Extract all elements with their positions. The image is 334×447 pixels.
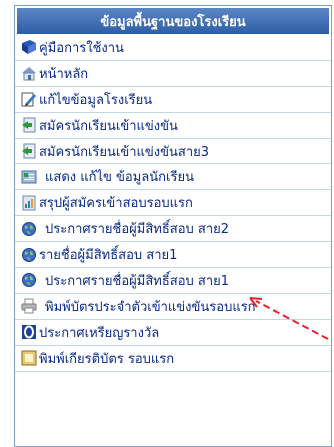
menu-item-label: คู่มือการใช้งาน: [39, 40, 124, 56]
menu-item-label: ประกาศเหรียญรางวัล: [39, 325, 160, 341]
menu-item-eligible-line2[interactable]: ประกาศรายชื่อผู้มีสิทธิ์สอบ สาย2: [15, 216, 331, 243]
menu-item-label: สมัครนักเรียนเข้าแข่งขันสาย3: [39, 144, 210, 160]
book-icon: [21, 39, 37, 55]
menu-item-label: พิมพ์บัตรประจำตัวเข้าแข่งขันรอบแรก: [45, 299, 256, 315]
menu-item-label: ประกาศรายชื่อผู้มีสิทธิ์สอบ สาย1: [45, 273, 230, 289]
student-list-icon: [21, 169, 37, 185]
globe-icon: [21, 247, 37, 263]
globe-icon: [21, 221, 37, 237]
menu-item-label: แสดง แก้ไข ข้อมูลนักเรียน: [45, 170, 194, 186]
menu-item-register-students[interactable]: สมัครนักเรียนเข้าแข่งขัน: [15, 113, 331, 139]
summary-icon: [21, 195, 37, 211]
menu-item-label: พิมพ์เกียรติบัตร รอบแรก: [39, 351, 175, 367]
register-icon: [21, 117, 37, 133]
school-menu-panel: ข้อมูลพื้นฐานของโรงเรียน คู่มือการใช้งาน…: [14, 5, 332, 447]
menu-item-register-students-line3[interactable]: สมัครนักเรียนเข้าแข่งขันสาย3: [15, 139, 331, 165]
globe-icon: [21, 272, 37, 288]
certificate-icon: [21, 350, 37, 366]
home-icon: [21, 65, 37, 81]
menu-item-label: สมัครนักเรียนเข้าแข่งขัน: [39, 118, 178, 134]
register-icon: [21, 143, 37, 159]
menu-item-student-data[interactable]: แสดง แก้ไข ข้อมูลนักเรียน: [15, 164, 331, 191]
menu-item-label: รายชื่อผู้มีสิทธิ์สอบ สาย1: [39, 248, 178, 264]
menu-item-home[interactable]: หน้าหลัก: [15, 61, 331, 87]
menu-item-first-round-summary[interactable]: สรุปผู้สมัครเข้าสอบรอบแรก: [15, 190, 331, 217]
menu-item-print-certificates[interactable]: พิมพ์เกียรติบัตร รอบแรก: [15, 346, 331, 372]
menu-item-eligible-announce-line1[interactable]: ประกาศรายชื่อผู้มีสิทธิ์สอบ สาย1: [15, 268, 331, 294]
printer-icon: [21, 298, 37, 314]
menu-item-print-id-cards[interactable]: พิมพ์บัตรประจำตัวเข้าแข่งขันรอบแรก: [15, 294, 331, 320]
menu-item-label: แก้ไขข้อมูลโรงเรียน: [39, 92, 153, 108]
menu-item-edit-school[interactable]: แก้ไขข้อมูลโรงเรียน: [15, 87, 331, 113]
menu-header: ข้อมูลพื้นฐานของโรงเรียน: [17, 8, 329, 34]
medal-icon: [21, 324, 37, 340]
menu-item-label: หน้าหลัก: [39, 66, 89, 82]
menu-item-manual[interactable]: คู่มือการใช้งาน: [15, 35, 331, 61]
menu-item-label: สรุปผู้สมัครเข้าสอบรอบแรก: [39, 196, 193, 212]
menu-item-medal-announcement[interactable]: ประกาศเหรียญรางวัล: [15, 320, 331, 346]
menu-item-eligible-list-line1[interactable]: รายชื่อผู้มีสิทธิ์สอบ สาย1: [15, 242, 331, 269]
menu-item-label: ประกาศรายชื่อผู้มีสิทธิ์สอบ สาย2: [45, 222, 230, 238]
edit-icon: [21, 91, 37, 107]
